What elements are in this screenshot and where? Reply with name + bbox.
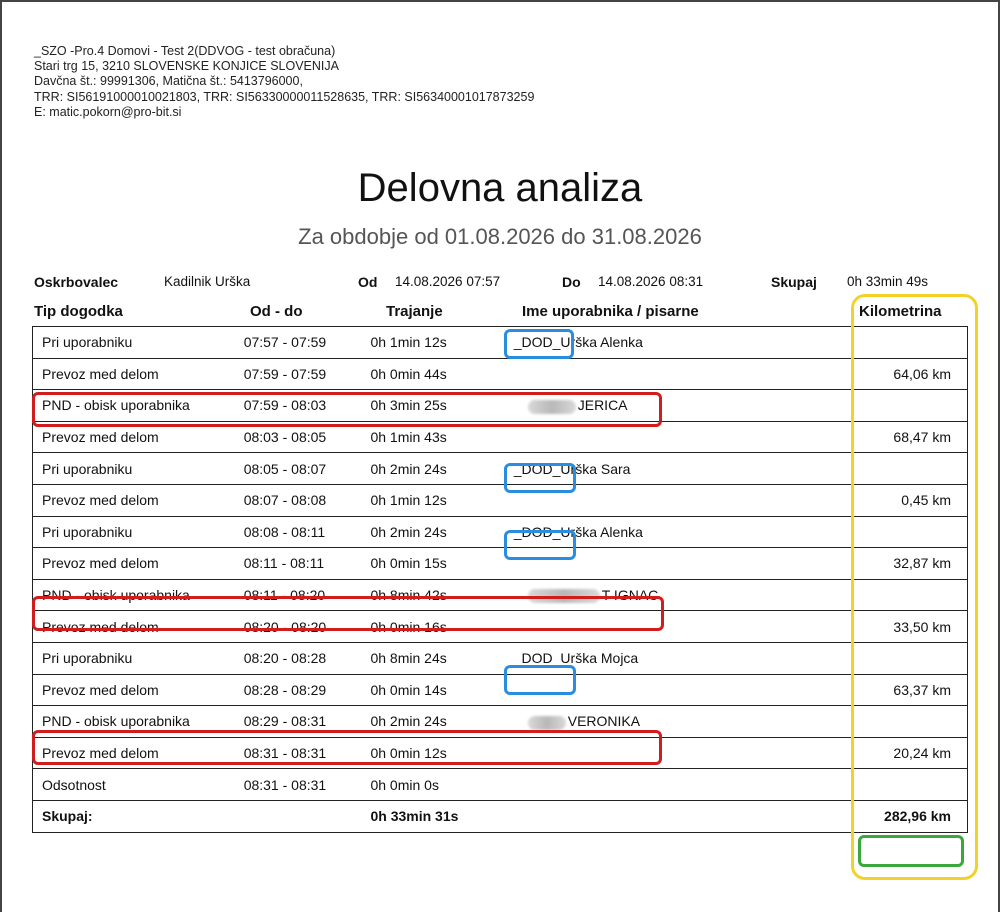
company-name: _SZO -Pro.4 Domovi - Test 2(DDVOG - test… <box>34 44 336 58</box>
event-type: Prevoz med delom <box>31 673 235 707</box>
from-label: Od <box>358 274 378 290</box>
table-row: Pri uporabniku 08:05 - 08:07 0h 2min 24s… <box>31 452 969 485</box>
time-range: 07:59 - 07:59 <box>234 357 371 391</box>
dod-prefix-highlight <box>504 463 576 493</box>
mileage-column-highlight <box>851 294 978 880</box>
company-bank-accounts: TRR: SI56191000010021803, TRR: SI5633000… <box>34 89 535 104</box>
time-range: 08:08 - 08:11 <box>234 515 371 549</box>
pnd-row-highlight <box>32 596 664 631</box>
company-address: Stari trg 15, 3210 SLOVENSKE KONJICE SLO… <box>34 59 339 74</box>
table-row: Pri uporabniku 08:20 - 08:28 0h 8min 24s… <box>31 641 969 675</box>
total-mileage-highlight <box>858 835 964 867</box>
header-duration: Trajanje <box>386 303 443 320</box>
event-type: Pri uporabniku <box>31 641 235 675</box>
time-range: 08:05 - 08:07 <box>234 452 371 485</box>
dod-prefix-highlight <box>504 329 574 359</box>
total-row: Skupaj: 0h 33min 31s 282,96 km <box>31 799 969 833</box>
event-type: Pri uporabniku <box>31 452 235 485</box>
company-tax-ids: Davčna št.: 99991306, Matična št.: 54137… <box>34 74 303 89</box>
event-type: Prevoz med delom <box>31 357 235 391</box>
table-row: Prevoz med delom 07:59 - 07:59 0h 0min 4… <box>31 357 969 391</box>
table-row: Prevoz med delom 08:11 - 08:11 0h 0min 1… <box>31 547 969 580</box>
caregiver-label: Oskrbovalec <box>34 274 119 290</box>
total-duration: 0h 33min 31s <box>370 799 500 833</box>
total-name-empty <box>499 799 839 833</box>
company-header: _SZO -Pro.4 Domovi - Test 2(DDVOG - test… <box>34 44 534 120</box>
to-label: Do <box>562 274 581 290</box>
table-row: Prevoz med delom 08:07 - 08:08 0h 1min 1… <box>31 483 969 517</box>
redacted-surname <box>527 715 566 730</box>
header-user-name: Ime uporabnika / pisarne <box>522 303 699 320</box>
event-type: Prevoz med delom <box>31 547 235 580</box>
table-row: Prevoz med delom 08:28 - 08:29 0h 0min 1… <box>31 673 969 707</box>
event-type: Pri uporabniku <box>31 515 235 549</box>
user-name <box>499 357 839 391</box>
pnd-row-highlight <box>32 730 662 765</box>
dod-prefix-highlight <box>504 665 576 695</box>
user-name: VERONIKA <box>567 713 641 730</box>
report-title: Delovna analiza <box>357 166 643 210</box>
duration: 0h 0min 14s <box>370 673 500 707</box>
user-name <box>499 768 839 801</box>
duration: 0h 2min 24s <box>370 515 500 549</box>
event-type: Prevoz med delom <box>31 483 235 517</box>
duration: 0h 0min 44s <box>370 357 500 391</box>
event-type: Odsotnost <box>31 768 235 801</box>
caregiver-value: Kadilnik Urška <box>164 274 251 289</box>
duration: 0h 2min 24s <box>370 452 500 485</box>
table-row: Pri uporabniku 08:08 - 08:11 0h 2min 24s… <box>31 515 969 549</box>
duration: 0h 1min 12s <box>370 483 500 517</box>
time-range: 08:07 - 08:08 <box>234 483 371 517</box>
report-period: Za obdobje od 01.08.2026 do 31.08.2026 <box>298 224 702 249</box>
total-label: Skupaj: <box>31 799 235 833</box>
duration: 0h 1min 12s <box>370 326 500 359</box>
header-event-type: Tip dogodka <box>34 303 123 320</box>
company-email: E: matic.pokorn@pro-bit.si <box>34 104 182 119</box>
event-type: Pri uporabniku <box>31 326 235 359</box>
duration: 0h 0min 15s <box>370 547 500 580</box>
total-range-empty <box>234 799 371 833</box>
duration: 0h 8min 24s <box>370 641 500 675</box>
pnd-row-highlight <box>32 392 662 427</box>
total-time-value: 0h 33min 49s <box>847 274 929 289</box>
time-range: 08:11 - 08:11 <box>234 547 371 580</box>
time-range: 08:31 - 08:31 <box>234 768 371 801</box>
from-value: 14.08.2026 07:57 <box>395 274 501 289</box>
time-range: 08:28 - 08:29 <box>234 673 371 707</box>
to-value: 14.08.2026 08:31 <box>598 274 704 289</box>
table-row: Pri uporabniku 07:57 - 07:59 0h 1min 12s… <box>31 326 969 359</box>
time-range: 07:57 - 07:59 <box>234 326 371 359</box>
total-time-label: Skupaj <box>771 274 817 290</box>
dod-prefix-highlight <box>504 530 576 560</box>
time-range: 08:20 - 08:28 <box>234 641 371 675</box>
table-row: Odsotnost 08:31 - 08:31 0h 0min 0s <box>31 768 969 801</box>
header-time-range: Od - do <box>250 303 303 320</box>
duration: 0h 0min 0s <box>370 768 500 801</box>
